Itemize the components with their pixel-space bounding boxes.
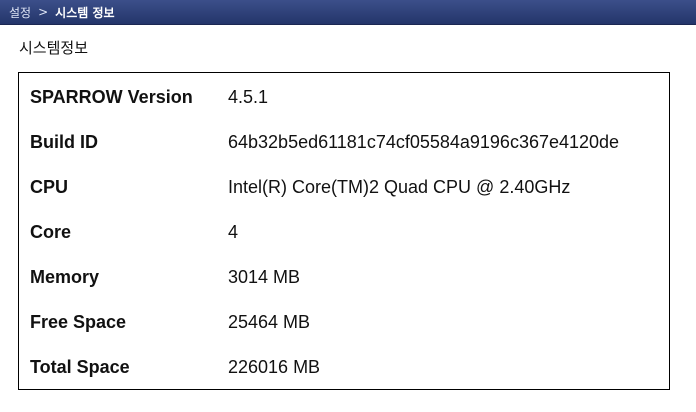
info-label: CPU xyxy=(30,177,69,197)
info-value: 3014 MB xyxy=(228,267,301,287)
info-label: Free Space xyxy=(30,312,127,332)
info-value: 4 xyxy=(228,222,239,242)
info-label: Total Space xyxy=(30,357,130,377)
info-row-sparrow-version: SPARROW Version 4.5.1 xyxy=(19,75,669,120)
info-row-core: Core 4 xyxy=(19,210,669,255)
system-info-panel: SPARROW Version 4.5.1 Build ID 64b32b5ed… xyxy=(18,72,670,390)
info-row-free-space: Free Space 25464 MB xyxy=(19,300,669,345)
info-label: Build ID xyxy=(30,132,98,152)
info-value: 25464 MB xyxy=(228,312,311,332)
info-row-cpu: CPU Intel(R) Core(TM)2 Quad CPU @ 2.40GH… xyxy=(19,165,669,210)
info-row-total-space: Total Space 226016 MB xyxy=(19,345,669,390)
info-label: SPARROW Version xyxy=(30,87,193,107)
info-value: 4.5.1 xyxy=(228,87,269,107)
breadcrumb-separator: > xyxy=(38,5,49,19)
page-title: 시스템정보 xyxy=(19,39,89,57)
info-value: 64b32b5ed61181c74cf05584a9196c367e4120de xyxy=(228,132,620,152)
info-row-build-id: Build ID 64b32b5ed61181c74cf05584a9196c3… xyxy=(19,120,669,165)
info-row-memory: Memory 3014 MB xyxy=(19,255,669,300)
info-label: Core xyxy=(30,222,72,242)
info-label: Memory xyxy=(30,267,100,287)
info-value: 226016 MB xyxy=(228,357,321,377)
breadcrumb-bar: 설정 > 시스템 정보 xyxy=(0,0,696,25)
breadcrumb-settings-link[interactable]: 설정 xyxy=(9,4,31,21)
info-value: Intel(R) Core(TM)2 Quad CPU @ 2.40GHz xyxy=(228,177,571,197)
breadcrumb-current: 시스템 정보 xyxy=(55,5,115,20)
